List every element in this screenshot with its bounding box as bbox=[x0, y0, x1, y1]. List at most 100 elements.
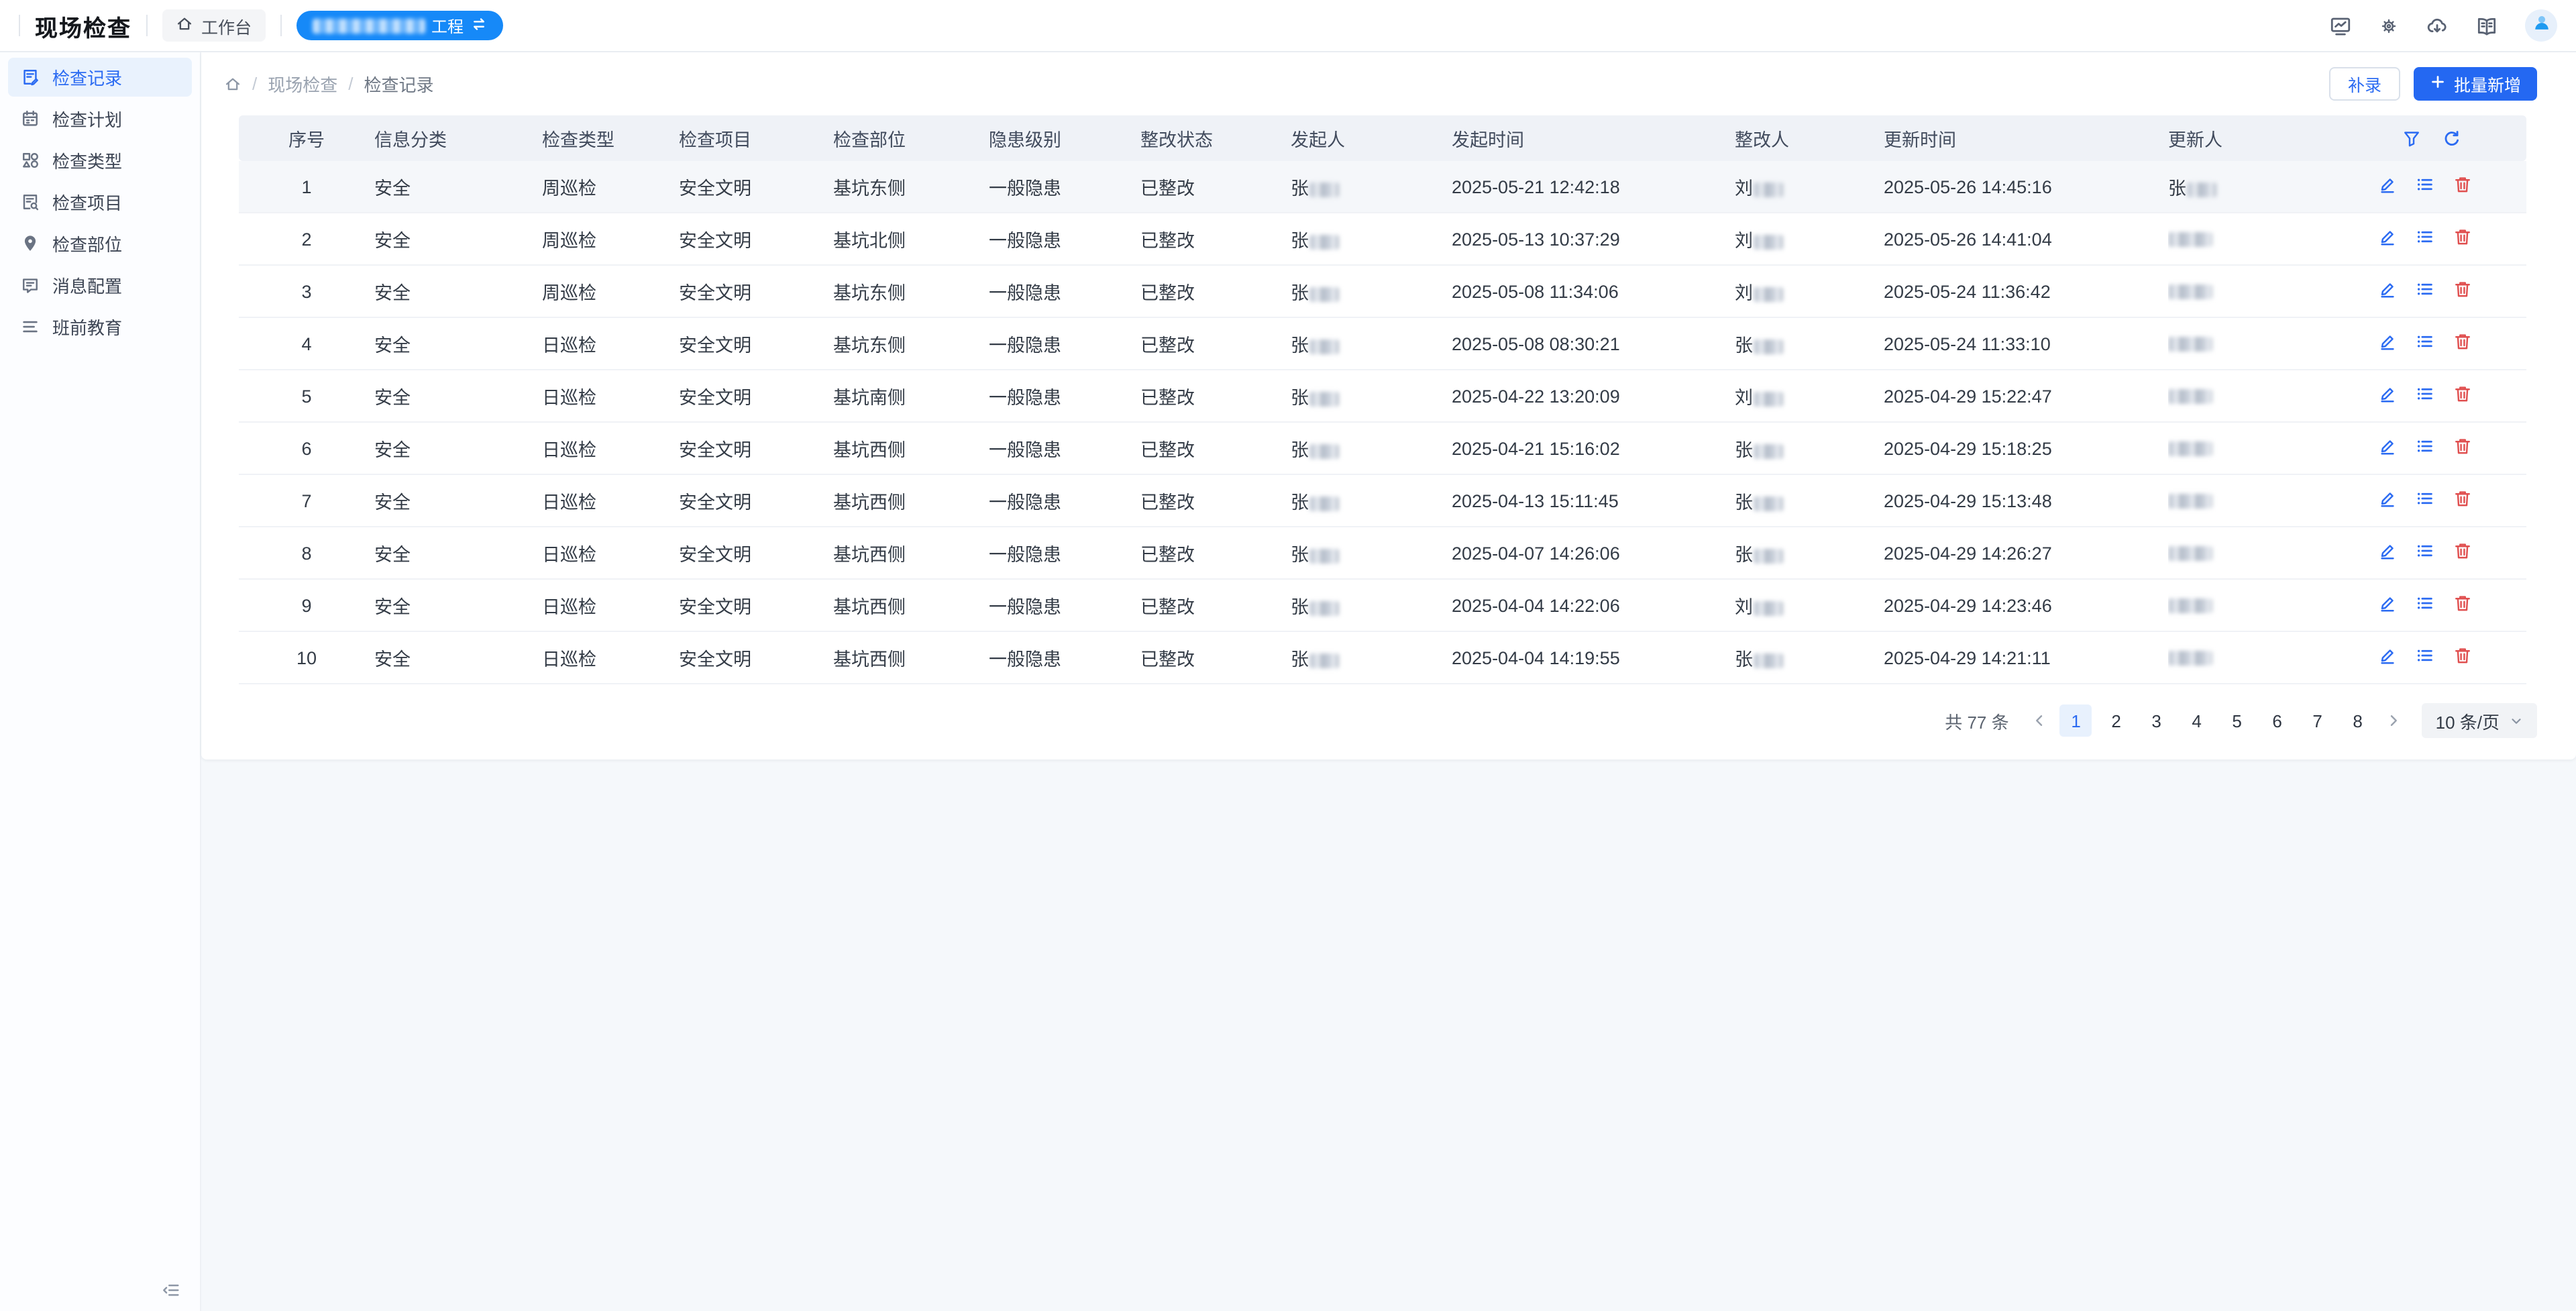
edit-button[interactable] bbox=[2377, 541, 2398, 565]
page-number-2[interactable]: 2 bbox=[2100, 704, 2133, 737]
delete-button[interactable] bbox=[2453, 488, 2473, 513]
settings-gear-icon[interactable] bbox=[2379, 15, 2399, 36]
sidebar-item-2[interactable]: 检查计划 bbox=[8, 99, 192, 138]
edit-button[interactable] bbox=[2377, 436, 2398, 460]
edit-button[interactable] bbox=[2377, 279, 2398, 303]
breadcrumb-current: 检查记录 bbox=[364, 71, 434, 97]
page-number-6[interactable]: 6 bbox=[2261, 704, 2294, 737]
edit-button[interactable] bbox=[2377, 174, 2398, 199]
trash-icon bbox=[2453, 645, 2473, 670]
sidebar-item-4[interactable]: 检查项目 bbox=[8, 182, 192, 221]
home-icon bbox=[176, 15, 193, 36]
detail-button[interactable] bbox=[2415, 541, 2435, 565]
name-text: 刘 bbox=[1735, 178, 1753, 199]
edit-button[interactable] bbox=[2377, 645, 2398, 670]
masked-text bbox=[1309, 235, 1338, 250]
delete-button[interactable] bbox=[2453, 174, 2473, 199]
page-number-7[interactable]: 7 bbox=[2302, 704, 2334, 737]
refresh-icon[interactable] bbox=[2442, 128, 2462, 148]
masked-text bbox=[1753, 392, 1782, 407]
workbench-button[interactable]: 工作台 bbox=[162, 9, 265, 42]
delete-button[interactable] bbox=[2453, 645, 2473, 670]
edit-button[interactable] bbox=[2377, 384, 2398, 408]
cell-check_type: 日巡检 bbox=[542, 631, 679, 684]
trash-icon bbox=[2453, 331, 2473, 356]
detail-button[interactable] bbox=[2415, 488, 2435, 513]
masked-text bbox=[1309, 496, 1338, 511]
user-avatar[interactable] bbox=[2525, 9, 2557, 42]
detail-button[interactable] bbox=[2415, 174, 2435, 199]
column-header: 整改人 bbox=[1735, 115, 1884, 161]
name-text: 刘 bbox=[1735, 231, 1753, 251]
sidebar-item-1[interactable]: 检查记录 bbox=[8, 58, 192, 97]
cell-updater bbox=[2168, 579, 2361, 631]
page-size-select[interactable]: 10 条/页 bbox=[2422, 703, 2537, 738]
detail-icon bbox=[2415, 331, 2435, 356]
delete-button[interactable] bbox=[2453, 384, 2473, 408]
delete-button[interactable] bbox=[2453, 331, 2473, 356]
cell-category: 安全 bbox=[374, 161, 542, 213]
cell-update_time: 2025-05-24 11:33:10 bbox=[1884, 317, 2168, 370]
records-table: 序号信息分类检查类型检查项目检查部位隐患级别整改状态发起人发起时间整改人更新时间… bbox=[239, 115, 2526, 684]
sidebar-item-5[interactable]: 检查部位 bbox=[8, 224, 192, 263]
delete-button[interactable] bbox=[2453, 541, 2473, 565]
page-number-4[interactable]: 4 bbox=[2181, 704, 2213, 737]
edit-button[interactable] bbox=[2377, 227, 2398, 251]
sidebar-item-3[interactable]: 检查类型 bbox=[8, 141, 192, 180]
cell-update_time: 2025-04-29 14:23:46 bbox=[1884, 579, 2168, 631]
breadcrumb-home-icon[interactable] bbox=[224, 75, 241, 93]
edit-button[interactable] bbox=[2377, 593, 2398, 617]
next-page-icon[interactable] bbox=[2382, 713, 2406, 729]
detail-button[interactable] bbox=[2415, 279, 2435, 303]
delete-button[interactable] bbox=[2453, 227, 2473, 251]
name-text: 刘 bbox=[1735, 283, 1753, 303]
delete-button[interactable] bbox=[2453, 279, 2473, 303]
page-number-3[interactable]: 3 bbox=[2141, 704, 2173, 737]
masked-text bbox=[1753, 182, 1782, 197]
cell-initiate_time: 2025-05-21 12:42:18 bbox=[1452, 161, 1735, 213]
project-switcher[interactable]: 工程 bbox=[296, 11, 502, 40]
edit-button[interactable] bbox=[2377, 331, 2398, 356]
page-number-5[interactable]: 5 bbox=[2221, 704, 2253, 737]
page-number-8[interactable]: 8 bbox=[2342, 704, 2374, 737]
collapse-sidebar-icon[interactable] bbox=[161, 1280, 181, 1300]
cell-check_item: 安全文明 bbox=[679, 631, 833, 684]
cell-check_item: 安全文明 bbox=[679, 527, 833, 579]
cell-check_item: 安全文明 bbox=[679, 474, 833, 527]
filter-funnel-icon[interactable] bbox=[2402, 128, 2422, 148]
sidebar-item-6[interactable]: 消息配置 bbox=[8, 266, 192, 305]
sidebar-item-label: 检查部位 bbox=[52, 231, 122, 256]
detail-icon bbox=[2415, 384, 2435, 408]
cell-rectifier: 张 bbox=[1735, 474, 1884, 527]
name-text: 张 bbox=[1735, 492, 1753, 513]
detail-button[interactable] bbox=[2415, 645, 2435, 670]
detail-button[interactable] bbox=[2415, 593, 2435, 617]
pencil-icon bbox=[2377, 331, 2398, 356]
prev-page-icon[interactable] bbox=[2028, 713, 2052, 729]
masked-text bbox=[2168, 337, 2212, 352]
detail-button[interactable] bbox=[2415, 227, 2435, 251]
table-row: 10安全日巡检安全文明基坑西侧一般隐患已整改张2025-04-04 14:19:… bbox=[239, 631, 2526, 684]
batch-add-button[interactable]: 批量新增 bbox=[2414, 67, 2537, 101]
dashboard-icon[interactable] bbox=[2329, 14, 2352, 37]
masked-text bbox=[2168, 390, 2212, 405]
supplement-button[interactable]: 补录 bbox=[2329, 67, 2400, 101]
name-text: 张 bbox=[1291, 492, 1309, 513]
sidebar-item-label: 检查计划 bbox=[52, 106, 122, 132]
cell-initiate_time: 2025-05-08 11:34:06 bbox=[1452, 265, 1735, 317]
delete-button[interactable] bbox=[2453, 593, 2473, 617]
detail-button[interactable] bbox=[2415, 436, 2435, 460]
masked-text bbox=[1309, 444, 1338, 459]
delete-button[interactable] bbox=[2453, 436, 2473, 460]
edit-button[interactable] bbox=[2377, 488, 2398, 513]
breadcrumb-separator: / bbox=[252, 74, 257, 94]
breadcrumb-item[interactable]: 现场检查 bbox=[268, 71, 337, 97]
cell-updater bbox=[2168, 213, 2361, 265]
sidebar-item-7[interactable]: 班前教育 bbox=[8, 307, 192, 346]
detail-button[interactable] bbox=[2415, 384, 2435, 408]
detail-button[interactable] bbox=[2415, 331, 2435, 356]
page-number-1[interactable]: 1 bbox=[2060, 704, 2092, 737]
docs-book-icon[interactable] bbox=[2475, 14, 2498, 37]
cloud-download-icon[interactable] bbox=[2426, 14, 2449, 37]
cell-location: 基坑东侧 bbox=[833, 265, 989, 317]
